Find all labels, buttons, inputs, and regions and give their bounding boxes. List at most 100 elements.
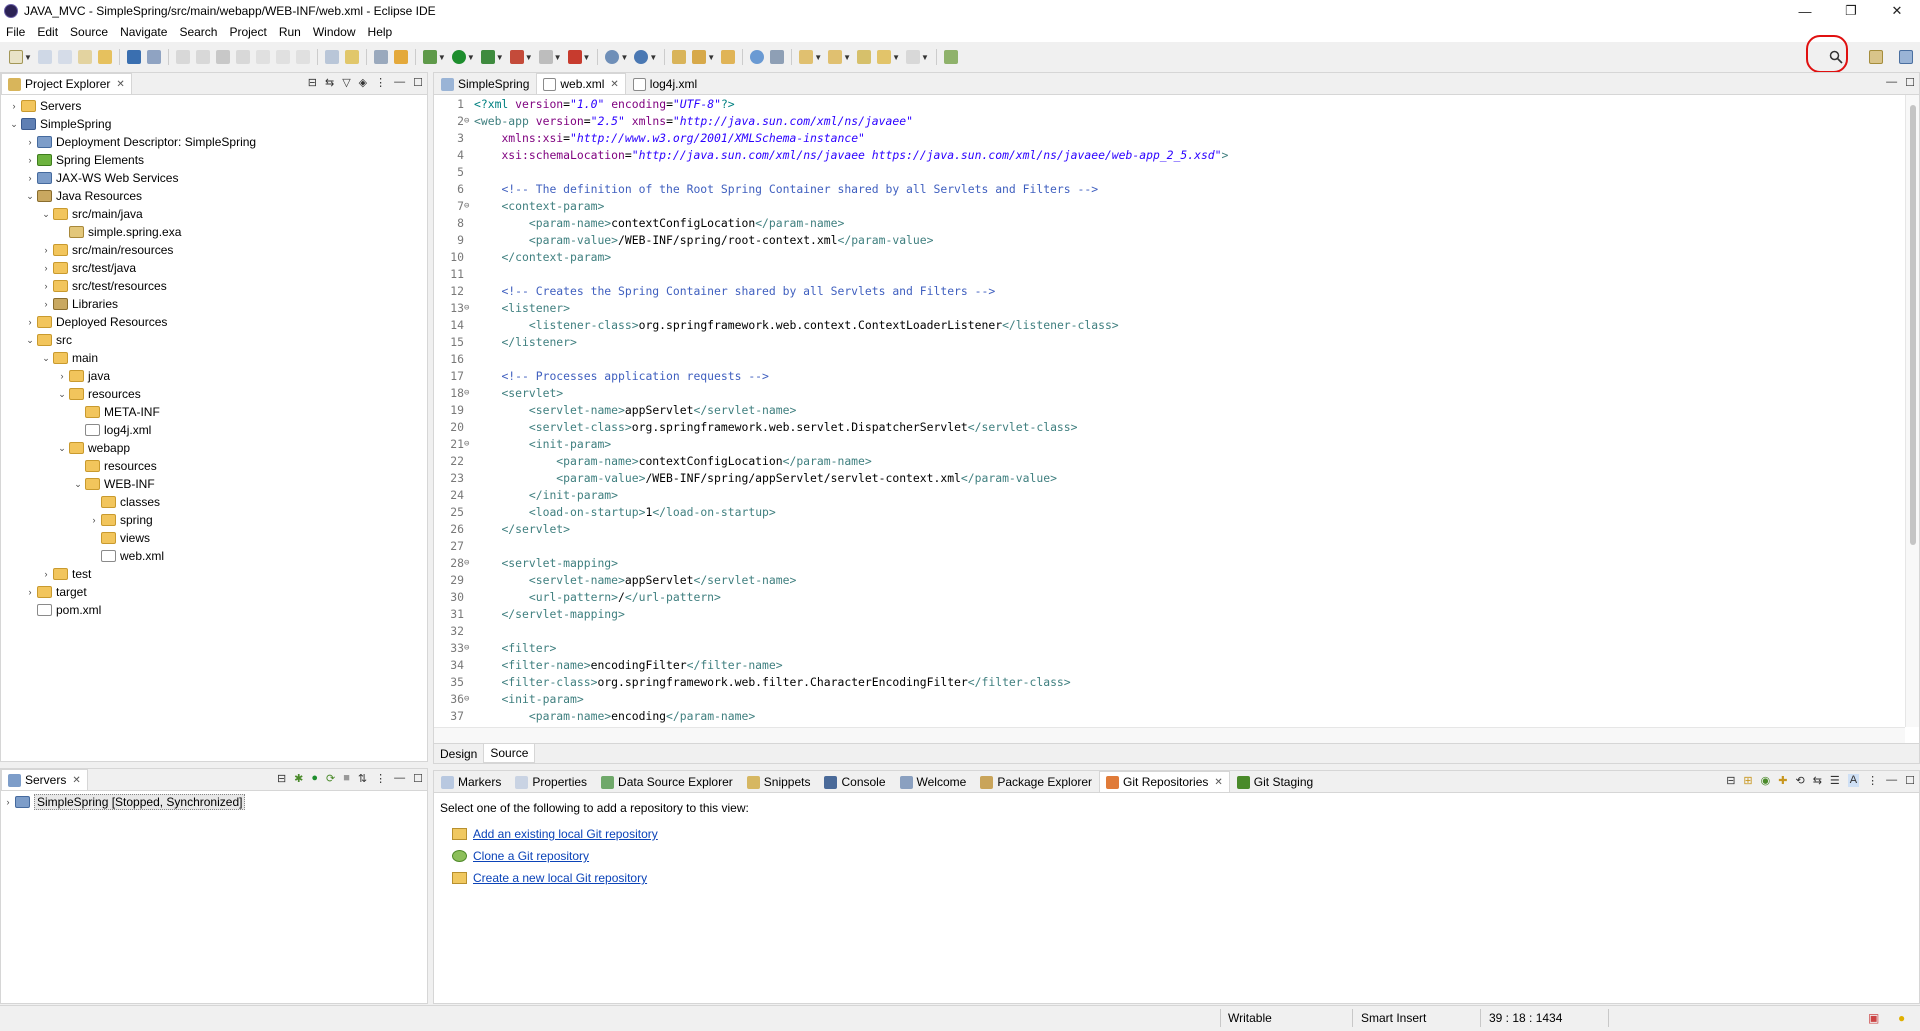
open-type-icon[interactable] <box>77 50 92 64</box>
maximize-editor-icon[interactable]: ☐ <box>1905 76 1915 89</box>
tree-item[interactable]: ⌄ WEB-INF <box>1 475 427 493</box>
minimize-icon[interactable]: — <box>1782 0 1828 22</box>
close-tab-icon[interactable]: ✕ <box>72 775 80 786</box>
server-item[interactable]: › SimpleSpring [Stopped, Synchronized] <box>1 793 427 811</box>
fold-toggle-icon[interactable]: ⊖ <box>464 643 472 653</box>
code-line[interactable]: 21 ⊖ <init-param> <box>434 435 1905 452</box>
previous-annotation-dropdown-icon[interactable]: ▼ <box>843 53 851 62</box>
fold-toggle-icon[interactable]: ⊖ <box>464 558 472 568</box>
menu-search[interactable]: Search <box>179 25 217 39</box>
code-line[interactable]: 23 <param-value>/WEB-INF/spring/appServl… <box>434 469 1905 486</box>
close-tab-icon[interactable]: ✕ <box>116 79 124 90</box>
expand-icon[interactable]: › <box>39 299 53 309</box>
maximize-view-icon[interactable]: ☐ <box>413 772 423 785</box>
collapse-icon[interactable]: ⌄ <box>55 443 69 454</box>
last-edit-location-icon[interactable] <box>857 50 872 64</box>
step-over-icon[interactable] <box>275 50 290 64</box>
code-line[interactable]: 35 <filter-class>org.springframework.web… <box>434 673 1905 690</box>
collapse-icon[interactable]: ⌄ <box>55 389 69 400</box>
code-line[interactable]: 29 <servlet-name>appServlet</servlet-nam… <box>434 571 1905 588</box>
tip-bulb-icon[interactable]: ● <box>1898 1011 1905 1025</box>
maximize-view-icon[interactable]: ☐ <box>1905 774 1915 787</box>
menu-run[interactable]: Run <box>279 25 301 39</box>
hierarchical-icon[interactable]: ☰ <box>1830 774 1840 787</box>
code-line[interactable]: 13 ⊖ <listener> <box>434 299 1905 316</box>
add-repository-icon[interactable]: ⊞ <box>1743 774 1752 787</box>
add-existing-repo-link[interactable]: Add an existing local Git repository <box>473 827 658 841</box>
tree-item[interactable]: › Deployed Resources <box>1 313 427 331</box>
stop-server-icon[interactable]: ■ <box>343 772 350 785</box>
collapse-all-icon[interactable]: ⊟ <box>277 772 286 785</box>
expand-icon[interactable]: › <box>23 587 37 597</box>
create-repo-link[interactable]: Create a new local Git repository <box>473 871 647 885</box>
create-repository-icon[interactable]: ✚ <box>1778 774 1787 787</box>
editor-tab-web-xml[interactable]: web.xml ✕ <box>536 73 626 94</box>
tab-design[interactable]: Design <box>434 744 483 763</box>
tree-item[interactable]: views <box>1 529 427 547</box>
link-with-selection-icon[interactable]: ⇆ <box>1813 774 1822 787</box>
resume-icon[interactable] <box>175 50 190 64</box>
external-tools-dropdown-icon[interactable]: ▼ <box>525 53 533 62</box>
tree-item[interactable]: › java <box>1 367 427 385</box>
menu-navigate[interactable]: Navigate <box>120 25 167 39</box>
next-annotation-dropdown-icon[interactable]: ▼ <box>814 53 822 62</box>
coverage-icon[interactable] <box>480 50 495 64</box>
horizontal-scrollbar[interactable] <box>434 727 1905 743</box>
expand-icon[interactable]: › <box>7 101 21 111</box>
code-line[interactable]: 25 <load-on-startup>1</load-on-startup> <box>434 503 1905 520</box>
tree-item[interactable]: pom.xml <box>1 601 427 619</box>
code-line[interactable]: 30 <url-pattern>/</url-pattern> <box>434 588 1905 605</box>
spring-tools-icon[interactable] <box>393 50 408 64</box>
code-line[interactable]: 14 <listener-class>org.springframework.w… <box>434 316 1905 333</box>
expand-icon[interactable]: › <box>39 245 53 255</box>
use-step-filters-icon[interactable] <box>344 50 359 64</box>
forward-icon[interactable] <box>905 50 920 64</box>
code-line[interactable]: 12 <!-- Creates the Spring Container sha… <box>434 282 1905 299</box>
code-line[interactable]: 26 </servlet> <box>434 520 1905 537</box>
expand-icon[interactable]: › <box>39 569 53 579</box>
code-line[interactable]: 17 <!-- Processes application requests -… <box>434 367 1905 384</box>
tab-git-staging[interactable]: Git Staging <box>1230 771 1320 792</box>
disconnect-icon[interactable] <box>235 50 250 64</box>
start-server-icon[interactable]: ● <box>311 772 318 785</box>
browser-icon[interactable] <box>750 50 765 64</box>
restore-icon[interactable]: ❐ <box>1828 0 1874 22</box>
expand-icon[interactable]: › <box>23 317 37 327</box>
save-all-icon[interactable] <box>57 50 72 64</box>
tree-item[interactable]: ⌄ resources <box>1 385 427 403</box>
view-menu-icon[interactable]: ⋮ <box>1867 774 1878 787</box>
fold-toggle-icon[interactable]: ⊖ <box>464 201 472 211</box>
back-icon[interactable] <box>877 50 892 64</box>
suspend-icon[interactable] <box>195 50 210 64</box>
open-perspective-icon[interactable] <box>1869 50 1883 64</box>
tree-item[interactable]: › src/test/java <box>1 259 427 277</box>
code-line[interactable]: 19 <servlet-name>appServlet</servlet-nam… <box>434 401 1905 418</box>
menu-file[interactable]: File <box>6 25 25 39</box>
code-line[interactable]: 4 xsi:schemaLocation="http://java.sun.co… <box>434 146 1905 163</box>
tab-servers[interactable]: Servers ✕ <box>1 769 88 790</box>
stop-dropdown-icon[interactable]: ▼ <box>554 53 562 62</box>
tab-source[interactable]: Source <box>483 744 536 763</box>
show-labels-icon[interactable]: A <box>1847 774 1860 787</box>
expand-icon[interactable]: › <box>23 155 37 165</box>
minimize-view-icon[interactable]: — <box>1886 774 1897 787</box>
deploy-icon[interactable] <box>567 50 582 64</box>
expand-icon[interactable]: › <box>39 281 53 291</box>
minimize-editor-icon[interactable]: — <box>1886 76 1897 89</box>
tab-console[interactable]: Console <box>817 771 892 792</box>
tree-item[interactable]: log4j.xml <box>1 421 427 439</box>
code-line[interactable]: 36 ⊖ <init-param> <box>434 690 1905 707</box>
new-class-icon[interactable] <box>634 50 649 64</box>
tree-item[interactable]: ⌄ webapp <box>1 439 427 457</box>
pin-editor-icon[interactable] <box>770 50 785 64</box>
forward-dropdown-icon[interactable]: ▼ <box>921 53 929 62</box>
code-line[interactable]: 22 <param-name>contextConfigLocation</pa… <box>434 452 1905 469</box>
java-ee-perspective-icon[interactable] <box>1899 50 1913 64</box>
menu-project[interactable]: Project <box>229 25 266 39</box>
vertical-scrollbar[interactable] <box>1905 95 1919 727</box>
collapse-icon[interactable]: ⌄ <box>23 335 37 346</box>
code-line[interactable]: 18 ⊖ <servlet> <box>434 384 1905 401</box>
tab-welcome[interactable]: Welcome <box>893 771 974 792</box>
maximize-view-icon[interactable]: ☐ <box>413 76 423 89</box>
view-menu-icon[interactable]: ⋮ <box>375 772 386 785</box>
